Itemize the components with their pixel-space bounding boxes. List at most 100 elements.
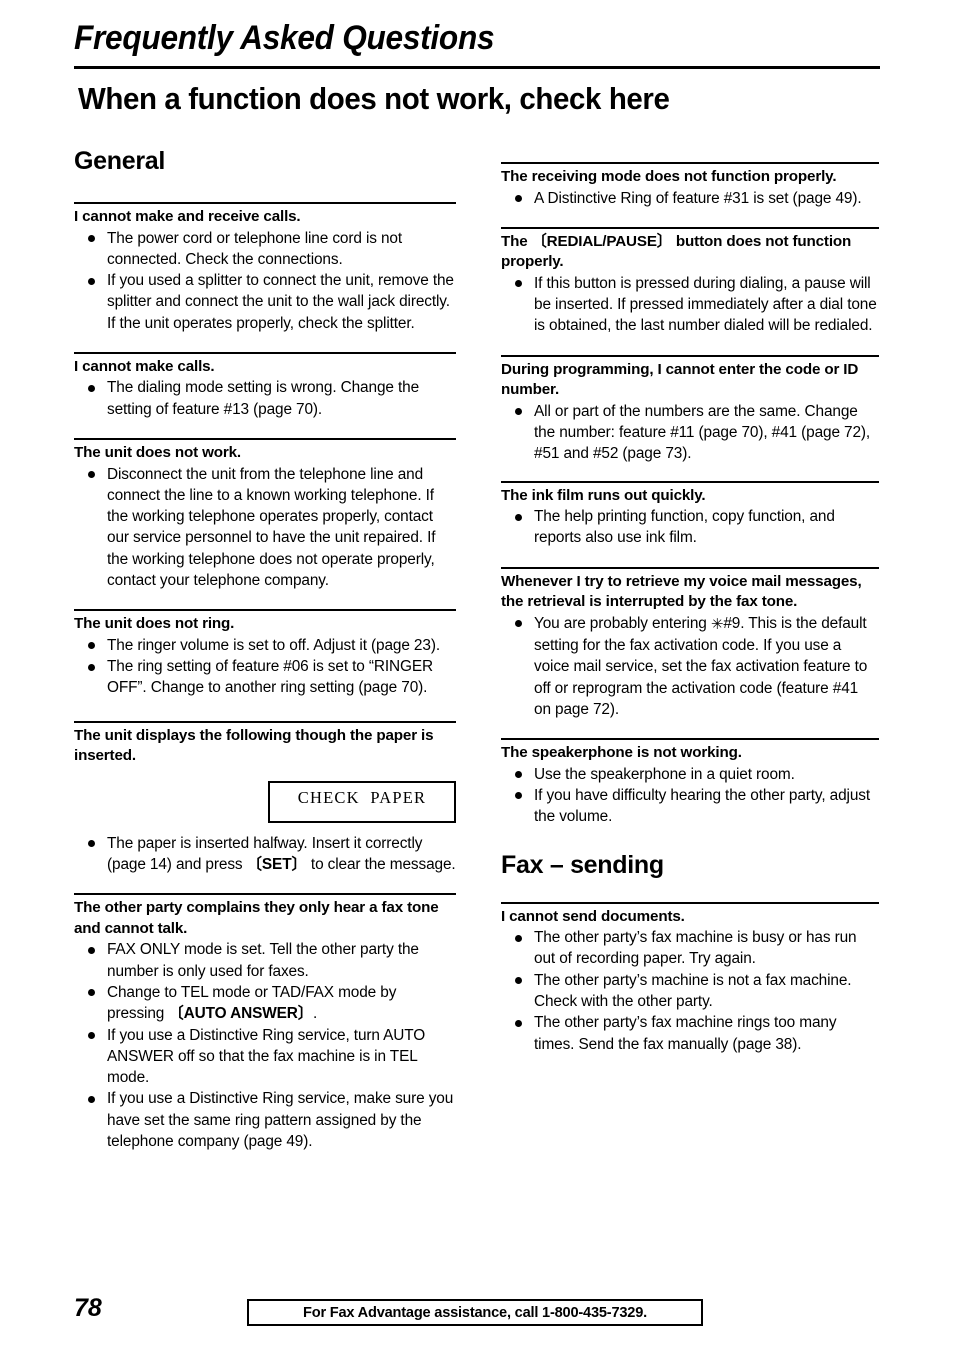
list-item: The other party’s machine is not a fax m… (501, 970, 879, 1013)
block-heading: The speakerphone is not working. (501, 744, 742, 762)
list-item: The dialing mode setting is wrong. Chang… (74, 377, 456, 420)
key-label-set: 〔SET〕 (246, 856, 307, 874)
bullet-list: The ringer volume is set to off. Adjust … (74, 635, 456, 699)
list-item: You are probably entering ✳#9. This is t… (501, 613, 879, 720)
bullet-dot-icon (88, 840, 95, 848)
list-item: All or part of the numbers are the same.… (501, 401, 879, 465)
key-label-auto-answer: 〔AUTO ANSWER〕 (168, 1005, 314, 1023)
list-item-text: The other party’s machine is not a fax m… (534, 971, 852, 1010)
list-item: The power cord or telephone line cord is… (74, 228, 456, 271)
list-item-text: If you used a splitter to connect the un… (107, 272, 454, 332)
list-item-text: The ring setting of feature #06 is set t… (107, 658, 434, 697)
block-rule (74, 720, 456, 723)
display-readout: CHECK PAPER (74, 780, 456, 823)
running-head: Frequently Asked Questions (74, 19, 495, 57)
bullet-dot-icon (88, 277, 95, 285)
block-rule (501, 901, 879, 904)
bullet-dot-icon (515, 1019, 522, 1027)
list-item-text-post: to clear the message. (306, 856, 456, 874)
block-rule (501, 738, 879, 741)
asterisk-key-icon: ✳ (710, 614, 724, 633)
section-title-fax-sending: Fax – sending (501, 850, 664, 879)
block-rule (74, 893, 456, 896)
bullet-dot-icon (88, 946, 95, 954)
bullet-dot-icon (515, 280, 522, 288)
bullet-dot-icon (88, 471, 95, 479)
bullet-dot-icon (515, 408, 522, 416)
right-column: The receiving mode does not function pro… (501, 162, 879, 1055)
header-rule (74, 66, 880, 69)
block-heading: During programming, I cannot enter the c… (501, 360, 859, 399)
bullet-dot-icon (88, 642, 95, 650)
block-heading: I cannot make and receive calls. (74, 208, 301, 225)
bullet-dot-icon (515, 513, 522, 521)
footer-notice-box: For Fax Advantage assistance, call 1-800… (247, 1299, 703, 1326)
block-heading: The unit does not work. (74, 444, 241, 462)
block-heading: The unit displays the following though t… (74, 726, 434, 765)
list-item-text: The other party’s fax machine rings too … (534, 1014, 837, 1053)
list-item: FAX ONLY mode is set. Tell the other par… (74, 939, 456, 982)
block-rule (501, 480, 879, 483)
list-item: The other party’s fax machine rings too … (501, 1012, 879, 1055)
key-label-redial-pause: 〔REDIAL/PAUSE〕 (531, 232, 672, 250)
list-item: The paper is inserted halfway. Insert it… (74, 833, 456, 876)
lcd-message: CHECK PAPER (297, 787, 427, 807)
bullet-list: The dialing mode setting is wrong. Chang… (74, 377, 456, 420)
list-item-text: The help printing function, copy functio… (534, 508, 835, 547)
bullet-list: Use the speakerphone in a quiet room. If… (501, 764, 879, 828)
bullet-dot-icon (515, 620, 522, 628)
bullet-list: All or part of the numbers are the same.… (501, 401, 879, 465)
bullet-dot-icon (515, 977, 522, 985)
list-item: If this button is pressed during dialing… (501, 273, 879, 337)
bullet-dot-icon (88, 235, 95, 242)
list-item-text: If you use a Distinctive Ring service, m… (107, 1090, 454, 1151)
list-item: If you used a splitter to connect the un… (74, 270, 456, 334)
list-item-text: The other party’s fax machine is busy or… (534, 929, 857, 968)
block-rule (74, 202, 456, 204)
block-heading: The 〔REDIAL/PAUSE〕 button does not funct… (501, 232, 879, 273)
bullet-list: Disconnect the unit from the telephone l… (74, 464, 456, 592)
manual-page: Frequently Asked Questions When a functi… (0, 0, 954, 1348)
bullet-list: The help printing function, copy functio… (501, 506, 879, 549)
list-item: Use the speakerphone in a quiet room. (501, 764, 879, 785)
list-item-text: If this button is pressed during dialing… (534, 274, 877, 335)
block-rule (501, 354, 879, 357)
block-heading: I cannot send documents. (501, 907, 685, 925)
bullet-list: You are probably entering ✳#9. This is t… (501, 613, 879, 720)
list-item: The other party’s fax machine is busy or… (501, 927, 879, 970)
list-item-text: All or part of the numbers are the same.… (534, 402, 871, 463)
bullet-dot-icon (515, 771, 522, 779)
block-rule (74, 351, 456, 354)
block-rule (74, 438, 456, 441)
bullet-list: The paper is inserted halfway. Insert it… (74, 833, 456, 876)
list-item-text-post: . (313, 1005, 318, 1023)
block-rule (501, 226, 879, 229)
block-rule (501, 566, 879, 569)
list-item-text-pre: You are probably entering (534, 614, 711, 632)
list-item-text: A Distinctive Ring of feature #31 is set… (534, 189, 862, 207)
list-item: If you have difficulty hearing the other… (501, 785, 879, 828)
page-number: 78 (74, 1294, 102, 1322)
list-item: The ringer volume is set to off. Adjust … (74, 635, 456, 656)
left-column: General I cannot make and receive calls.… (74, 146, 456, 1152)
block-heading: The other party complains they only hear… (74, 899, 439, 937)
list-item-text: Use the speakerphone in a quiet room. (534, 765, 795, 783)
list-item-text: If you use a Distinctive Ring service, t… (107, 1026, 426, 1087)
block-heading: The ink film runs out quickly. (501, 486, 706, 504)
list-item-text: The power cord or telephone line cord is… (107, 229, 403, 268)
bullet-dot-icon (88, 1095, 95, 1103)
lcd-box: CHECK PAPER (268, 780, 456, 823)
list-item-text: The ringer volume is set to off. Adjust … (107, 636, 440, 654)
list-item: If you use a Distinctive Ring service, m… (74, 1088, 456, 1152)
bullet-list: FAX ONLY mode is set. Tell the other par… (74, 939, 456, 1152)
bullet-dot-icon (88, 663, 95, 671)
block-heading: I cannot make calls. (74, 357, 215, 375)
bullet-dot-icon (515, 792, 522, 800)
block-heading: Whenever I try to retrieve my voice mail… (501, 572, 862, 611)
list-item: Disconnect the unit from the telephone l… (74, 464, 456, 592)
bullet-dot-icon (88, 989, 95, 997)
bullet-list: If this button is pressed during dialing… (501, 273, 879, 337)
block-heading-pre: The (501, 232, 532, 250)
page-title: When a function does not work, check her… (78, 81, 670, 116)
block-rule (501, 162, 879, 164)
